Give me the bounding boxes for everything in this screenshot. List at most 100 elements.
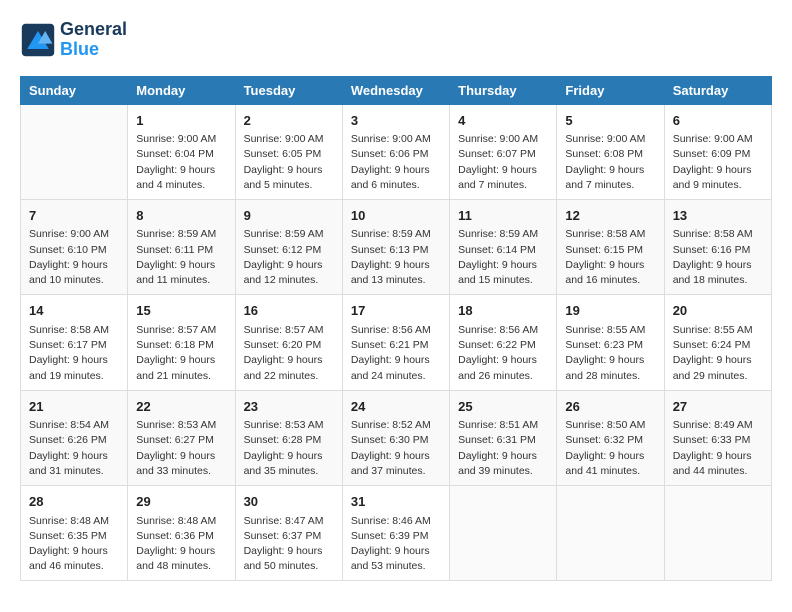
- day-cell: 27Sunrise: 8:49 AMSunset: 6:33 PMDayligh…: [664, 390, 771, 485]
- day-info: Sunrise: 8:49 AMSunset: 6:33 PMDaylight:…: [673, 418, 763, 479]
- week-row-3: 14Sunrise: 8:58 AMSunset: 6:17 PMDayligh…: [21, 295, 772, 390]
- day-number: 26: [565, 397, 655, 417]
- logo-general: General: [60, 20, 127, 40]
- day-number: 11: [458, 206, 548, 226]
- day-number: 8: [136, 206, 226, 226]
- day-info: Sunrise: 8:52 AMSunset: 6:30 PMDaylight:…: [351, 418, 441, 479]
- day-number: 12: [565, 206, 655, 226]
- day-cell: 2Sunrise: 9:00 AMSunset: 6:05 PMDaylight…: [235, 104, 342, 199]
- day-info: Sunrise: 8:46 AMSunset: 6:39 PMDaylight:…: [351, 514, 441, 575]
- calendar-table: SundayMondayTuesdayWednesdayThursdayFrid…: [20, 76, 772, 582]
- day-number: 20: [673, 301, 763, 321]
- day-number: 5: [565, 111, 655, 131]
- day-number: 6: [673, 111, 763, 131]
- day-cell: 24Sunrise: 8:52 AMSunset: 6:30 PMDayligh…: [342, 390, 449, 485]
- day-info: Sunrise: 9:00 AMSunset: 6:08 PMDaylight:…: [565, 132, 655, 193]
- day-info: Sunrise: 8:59 AMSunset: 6:13 PMDaylight:…: [351, 227, 441, 288]
- header-row: SundayMondayTuesdayWednesdayThursdayFrid…: [21, 76, 772, 104]
- day-info: Sunrise: 9:00 AMSunset: 6:10 PMDaylight:…: [29, 227, 119, 288]
- day-number: 15: [136, 301, 226, 321]
- col-header-thursday: Thursday: [450, 76, 557, 104]
- logo-icon: [20, 22, 56, 58]
- day-number: 16: [244, 301, 334, 321]
- day-cell: 11Sunrise: 8:59 AMSunset: 6:14 PMDayligh…: [450, 199, 557, 294]
- day-info: Sunrise: 9:00 AMSunset: 6:07 PMDaylight:…: [458, 132, 548, 193]
- day-cell: 10Sunrise: 8:59 AMSunset: 6:13 PMDayligh…: [342, 199, 449, 294]
- day-cell: 21Sunrise: 8:54 AMSunset: 6:26 PMDayligh…: [21, 390, 128, 485]
- col-header-monday: Monday: [128, 76, 235, 104]
- day-cell: 31Sunrise: 8:46 AMSunset: 6:39 PMDayligh…: [342, 486, 449, 581]
- day-info: Sunrise: 9:00 AMSunset: 6:09 PMDaylight:…: [673, 132, 763, 193]
- day-cell: 7Sunrise: 9:00 AMSunset: 6:10 PMDaylight…: [21, 199, 128, 294]
- day-info: Sunrise: 8:57 AMSunset: 6:18 PMDaylight:…: [136, 323, 226, 384]
- day-number: 28: [29, 492, 119, 512]
- day-info: Sunrise: 8:54 AMSunset: 6:26 PMDaylight:…: [29, 418, 119, 479]
- day-cell: 13Sunrise: 8:58 AMSunset: 6:16 PMDayligh…: [664, 199, 771, 294]
- day-number: 22: [136, 397, 226, 417]
- day-cell: [557, 486, 664, 581]
- day-number: 24: [351, 397, 441, 417]
- day-info: Sunrise: 9:00 AMSunset: 6:04 PMDaylight:…: [136, 132, 226, 193]
- day-cell: 1Sunrise: 9:00 AMSunset: 6:04 PMDaylight…: [128, 104, 235, 199]
- day-number: 31: [351, 492, 441, 512]
- day-cell: 26Sunrise: 8:50 AMSunset: 6:32 PMDayligh…: [557, 390, 664, 485]
- day-info: Sunrise: 8:59 AMSunset: 6:12 PMDaylight:…: [244, 227, 334, 288]
- day-number: 1: [136, 111, 226, 131]
- day-number: 13: [673, 206, 763, 226]
- day-cell: 30Sunrise: 8:47 AMSunset: 6:37 PMDayligh…: [235, 486, 342, 581]
- day-info: Sunrise: 9:00 AMSunset: 6:05 PMDaylight:…: [244, 132, 334, 193]
- day-number: 27: [673, 397, 763, 417]
- day-number: 30: [244, 492, 334, 512]
- day-cell: 9Sunrise: 8:59 AMSunset: 6:12 PMDaylight…: [235, 199, 342, 294]
- day-cell: 4Sunrise: 9:00 AMSunset: 6:07 PMDaylight…: [450, 104, 557, 199]
- day-info: Sunrise: 8:56 AMSunset: 6:21 PMDaylight:…: [351, 323, 441, 384]
- day-info: Sunrise: 8:47 AMSunset: 6:37 PMDaylight:…: [244, 514, 334, 575]
- col-header-tuesday: Tuesday: [235, 76, 342, 104]
- day-number: 7: [29, 206, 119, 226]
- day-cell: 25Sunrise: 8:51 AMSunset: 6:31 PMDayligh…: [450, 390, 557, 485]
- day-cell: 14Sunrise: 8:58 AMSunset: 6:17 PMDayligh…: [21, 295, 128, 390]
- day-cell: 20Sunrise: 8:55 AMSunset: 6:24 PMDayligh…: [664, 295, 771, 390]
- day-number: 4: [458, 111, 548, 131]
- col-header-wednesday: Wednesday: [342, 76, 449, 104]
- day-number: 14: [29, 301, 119, 321]
- day-info: Sunrise: 8:48 AMSunset: 6:35 PMDaylight:…: [29, 514, 119, 575]
- day-number: 25: [458, 397, 548, 417]
- day-cell: [450, 486, 557, 581]
- day-number: 2: [244, 111, 334, 131]
- day-info: Sunrise: 8:53 AMSunset: 6:28 PMDaylight:…: [244, 418, 334, 479]
- day-number: 29: [136, 492, 226, 512]
- col-header-sunday: Sunday: [21, 76, 128, 104]
- day-cell: 5Sunrise: 9:00 AMSunset: 6:08 PMDaylight…: [557, 104, 664, 199]
- day-info: Sunrise: 8:58 AMSunset: 6:16 PMDaylight:…: [673, 227, 763, 288]
- day-cell: 15Sunrise: 8:57 AMSunset: 6:18 PMDayligh…: [128, 295, 235, 390]
- day-cell: 19Sunrise: 8:55 AMSunset: 6:23 PMDayligh…: [557, 295, 664, 390]
- logo: General Blue: [20, 20, 127, 60]
- day-cell: 3Sunrise: 9:00 AMSunset: 6:06 PMDaylight…: [342, 104, 449, 199]
- day-info: Sunrise: 8:58 AMSunset: 6:17 PMDaylight:…: [29, 323, 119, 384]
- day-cell: 6Sunrise: 9:00 AMSunset: 6:09 PMDaylight…: [664, 104, 771, 199]
- day-cell: 8Sunrise: 8:59 AMSunset: 6:11 PMDaylight…: [128, 199, 235, 294]
- day-number: 3: [351, 111, 441, 131]
- day-info: Sunrise: 8:55 AMSunset: 6:24 PMDaylight:…: [673, 323, 763, 384]
- day-cell: [664, 486, 771, 581]
- day-cell: 22Sunrise: 8:53 AMSunset: 6:27 PMDayligh…: [128, 390, 235, 485]
- day-cell: 18Sunrise: 8:56 AMSunset: 6:22 PMDayligh…: [450, 295, 557, 390]
- week-row-4: 21Sunrise: 8:54 AMSunset: 6:26 PMDayligh…: [21, 390, 772, 485]
- week-row-1: 1Sunrise: 9:00 AMSunset: 6:04 PMDaylight…: [21, 104, 772, 199]
- day-cell: 29Sunrise: 8:48 AMSunset: 6:36 PMDayligh…: [128, 486, 235, 581]
- header: General Blue: [20, 20, 772, 60]
- logo-text: General Blue: [60, 20, 127, 60]
- day-info: Sunrise: 8:59 AMSunset: 6:14 PMDaylight:…: [458, 227, 548, 288]
- day-info: Sunrise: 8:58 AMSunset: 6:15 PMDaylight:…: [565, 227, 655, 288]
- day-info: Sunrise: 8:53 AMSunset: 6:27 PMDaylight:…: [136, 418, 226, 479]
- day-info: Sunrise: 8:48 AMSunset: 6:36 PMDaylight:…: [136, 514, 226, 575]
- week-row-2: 7Sunrise: 9:00 AMSunset: 6:10 PMDaylight…: [21, 199, 772, 294]
- day-number: 10: [351, 206, 441, 226]
- col-header-saturday: Saturday: [664, 76, 771, 104]
- day-number: 18: [458, 301, 548, 321]
- day-cell: 23Sunrise: 8:53 AMSunset: 6:28 PMDayligh…: [235, 390, 342, 485]
- day-cell: 16Sunrise: 8:57 AMSunset: 6:20 PMDayligh…: [235, 295, 342, 390]
- day-info: Sunrise: 8:57 AMSunset: 6:20 PMDaylight:…: [244, 323, 334, 384]
- logo-blue: Blue: [60, 40, 127, 60]
